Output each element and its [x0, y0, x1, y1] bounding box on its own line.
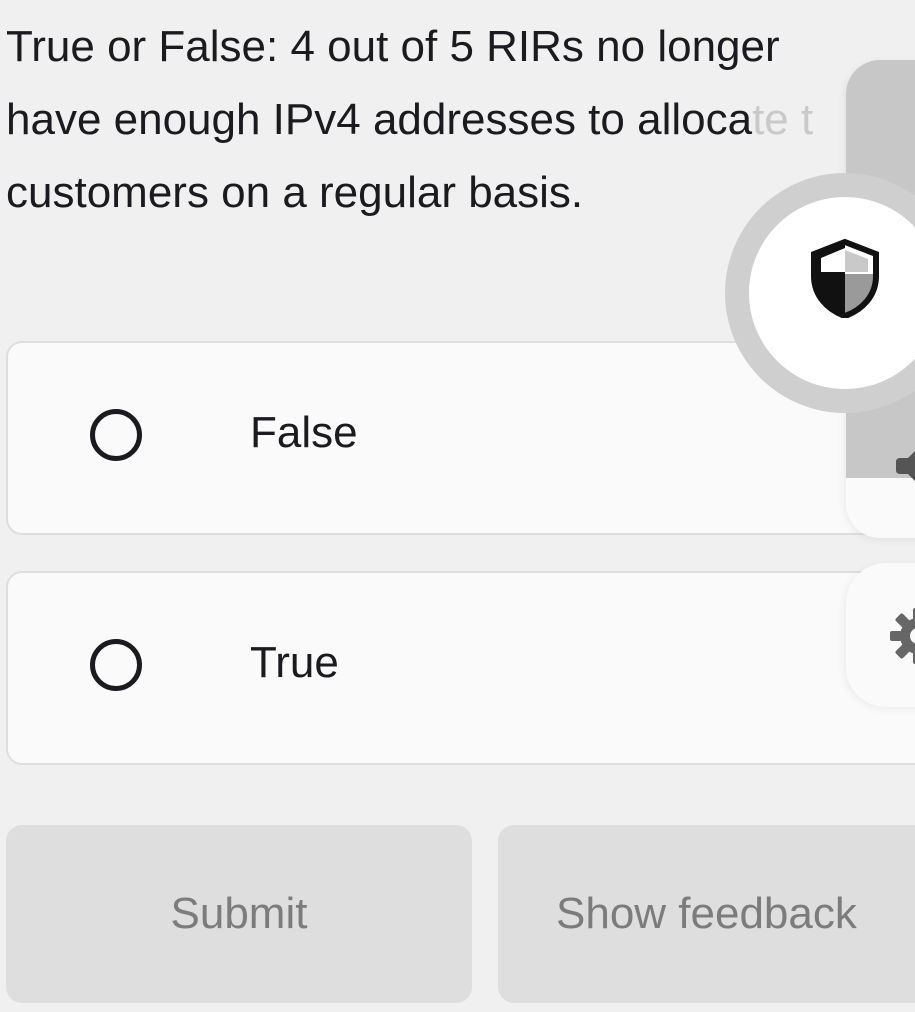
question-line-2-faded: te t [752, 95, 814, 144]
radio-button-true[interactable] [90, 639, 142, 691]
quiz-page: True or False: 4 out of 5 RIRs no longer… [0, 0, 915, 1012]
show-feedback-button[interactable]: Show feedback [498, 825, 915, 1003]
submit-button[interactable]: Submit [6, 825, 472, 1003]
question-line-2-visible: have enough IPv4 addresses to alloca [6, 95, 753, 144]
radio-button-false[interactable] [90, 409, 142, 461]
shield-half-icon [811, 238, 879, 318]
answer-label-true: True [250, 638, 339, 687]
speaker-icon[interactable] [894, 444, 915, 488]
question-line-2: have enough IPv4 addresses to allocate t [6, 83, 915, 156]
answer-label-false: False [250, 408, 358, 457]
gear-icon [890, 608, 915, 664]
question-line-1: True or False: 4 out of 5 RIRs no longer [6, 22, 780, 71]
answer-option-true[interactable]: True [6, 571, 915, 765]
